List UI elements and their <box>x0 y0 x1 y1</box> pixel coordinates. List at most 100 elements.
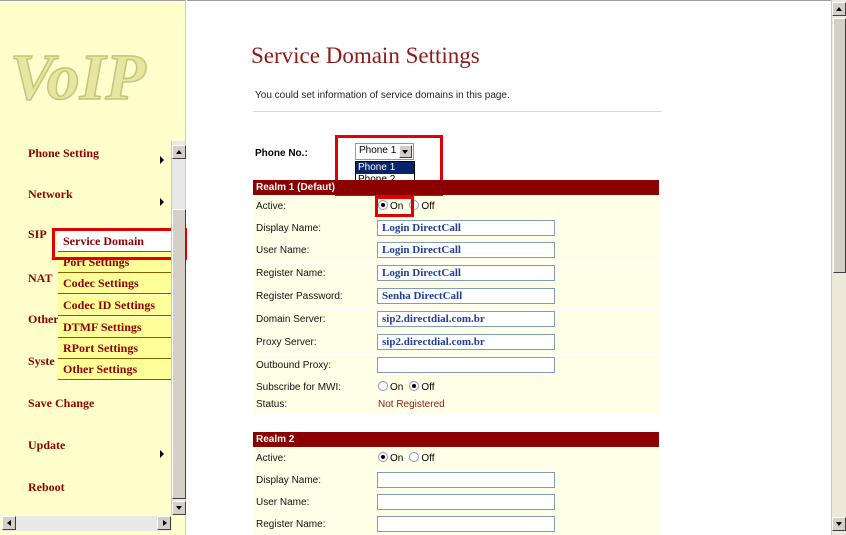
status-value: Not Registered <box>378 399 445 410</box>
scroll-up-button[interactable] <box>832 2 846 16</box>
realm2-active-off-radio[interactable] <box>409 452 420 462</box>
realm1-active-label: Active: <box>256 201 287 212</box>
display-name-label: Display Name: <box>256 223 322 234</box>
scroll-down-button[interactable] <box>172 501 186 515</box>
realm1-outbound-proxy-row: Outbound Proxy: <box>253 355 659 377</box>
left-vertical-scrollbar[interactable] <box>171 141 186 515</box>
chevron-down-icon <box>402 150 408 154</box>
chevron-right-icon <box>160 450 164 458</box>
realm1-register-name-row: Register Name: Login DirectCall <box>253 263 659 285</box>
realm2-register-name-input[interactable] <box>377 516 555 532</box>
realm2-active-row: Active: On Off <box>253 448 659 470</box>
realm1-active-on-label: On <box>390 201 404 212</box>
realm2-display-name-input[interactable] <box>377 472 555 488</box>
nav-system[interactable]: Syste <box>28 354 55 369</box>
mwi-on-label: On <box>390 382 404 393</box>
phone-no-select[interactable]: Phone 1 <box>355 143 414 160</box>
realm2-display-name-label: Display Name: <box>256 475 322 486</box>
scroll-left-button[interactable] <box>2 516 16 530</box>
outbound-proxy-label: Outbound Proxy: <box>256 360 332 371</box>
scroll-up-button[interactable] <box>172 145 186 159</box>
realm2-active-on-label: On <box>390 453 404 464</box>
nav-nat[interactable]: NAT <box>28 271 52 286</box>
realm2-user-name-row: User Name: <box>253 492 659 514</box>
nav-network[interactable]: Network <box>28 187 73 202</box>
dropdown-button[interactable] <box>399 145 412 158</box>
scroll-down-button[interactable] <box>832 517 846 531</box>
arrow-right-icon <box>163 520 167 526</box>
domain-server-input[interactable]: sip2.directdial.com.br <box>377 311 555 327</box>
proxy-server-input[interactable]: sip2.directdial.com.br <box>377 334 555 350</box>
realm1-active-off-radio[interactable] <box>409 200 420 210</box>
left-nav-frame: VoIP Phone Setting Network SIP NAT Other… <box>0 0 187 535</box>
phone-no-selected-value: Phone 1 <box>359 145 397 156</box>
realm1-active-radios: On Off <box>378 200 441 212</box>
page-title: Service Domain Settings <box>251 43 480 68</box>
sip-submenu: Service Domain Port Settings Codec Setti… <box>58 231 171 381</box>
realm2-user-name-label: User Name: <box>256 497 310 508</box>
arrow-left-icon <box>7 520 11 526</box>
realm1-header-text: Realm 1 (Defau <box>256 182 329 193</box>
realm2-register-name-row: Register Name: <box>253 514 659 535</box>
nav-save-change[interactable]: Save Change <box>28 396 94 411</box>
mwi-radios: On Off <box>378 381 441 393</box>
realm1-domain-server-row: Domain Server: sip2.directdial.com.br <box>253 309 659 331</box>
realm1-proxy-server-row: Proxy Server: sip2.directdial.com.br <box>253 332 659 354</box>
user-name-input[interactable]: Login DirectCall <box>377 242 555 258</box>
realm1-status-row: Status: Not Registered <box>253 396 659 414</box>
submenu-port-settings[interactable]: Port Settings <box>58 252 171 273</box>
realm1-display-name-row: Display Name: Login DirectCall <box>253 218 659 240</box>
chevron-right-icon <box>160 156 164 164</box>
voip-logo: VoIP <box>9 41 147 113</box>
realm2-register-name-label: Register Name: <box>256 519 326 530</box>
realm2-header: Realm 2 <box>253 432 659 447</box>
nav-phone-setting[interactable]: Phone Setting <box>28 146 99 161</box>
submenu-other-settings[interactable]: Other Settings <box>58 359 171 380</box>
realm2-active-label: Active: <box>256 453 287 464</box>
register-password-label: Register Password: <box>256 291 343 302</box>
mwi-off-radio[interactable] <box>409 381 420 391</box>
user-name-label: User Name: <box>256 245 310 256</box>
submenu-service-domain[interactable]: Service Domain <box>58 231 171 252</box>
register-name-input[interactable]: Login DirectCall <box>377 265 555 281</box>
phone-option-1[interactable]: Phone 1 <box>356 162 414 174</box>
arrow-up-icon <box>836 7 842 11</box>
realm1-active-off-label: Off <box>421 201 435 212</box>
nav-update[interactable]: Update <box>28 438 65 453</box>
scroll-right-button[interactable] <box>157 516 171 530</box>
register-password-input[interactable]: Senha DirectCall <box>377 288 555 304</box>
arrow-down-icon <box>836 522 842 526</box>
content-frame: Service Domain Settings You could set in… <box>187 0 831 535</box>
chevron-right-icon <box>160 198 164 206</box>
submenu-dtmf-settings[interactable]: DTMF Settings <box>58 317 171 338</box>
left-horizontal-scrollbar[interactable] <box>2 516 172 531</box>
realm1-active-on-radio[interactable] <box>378 200 388 210</box>
outbound-proxy-input[interactable] <box>377 357 555 373</box>
realm1-user-name-row: User Name: Login DirectCall <box>253 240 659 262</box>
domain-server-label: Domain Server: <box>256 314 326 325</box>
submenu-rport-settings[interactable]: RPort Settings <box>58 338 171 359</box>
nav-sip[interactable]: SIP <box>28 227 47 242</box>
submenu-codec-settings[interactable]: Codec Settings <box>58 273 171 294</box>
display-name-input[interactable]: Login DirectCall <box>377 220 555 236</box>
realm2-active-on-radio[interactable] <box>378 452 388 462</box>
main-vertical-scrollbar[interactable] <box>831 0 846 535</box>
divider <box>253 111 661 112</box>
realm1-header: Realm 1 (Defaut) <box>253 180 659 195</box>
arrow-down-icon <box>176 506 182 510</box>
realm2-active-radios: On Off <box>378 452 441 464</box>
scroll-thumb[interactable] <box>172 209 186 499</box>
realm1-register-password-row: Register Password: Senha DirectCall <box>253 286 659 308</box>
scroll-thumb[interactable] <box>833 18 846 273</box>
realm2-user-name-input[interactable] <box>377 494 555 510</box>
submenu-codec-id-settings[interactable]: Codec ID Settings <box>58 295 171 316</box>
mwi-off-label: Off <box>421 382 435 393</box>
mwi-on-radio[interactable] <box>378 381 388 391</box>
nav-other[interactable]: Other <box>28 312 59 327</box>
page-description: You could set information of service dom… <box>255 90 510 101</box>
proxy-server-label: Proxy Server: <box>256 337 317 348</box>
realm2-active-off-label: Off <box>421 453 435 464</box>
nav-reboot[interactable]: Reboot <box>28 480 65 495</box>
register-name-label: Register Name: <box>256 268 326 279</box>
realm1-header-tail: t) <box>328 182 335 193</box>
